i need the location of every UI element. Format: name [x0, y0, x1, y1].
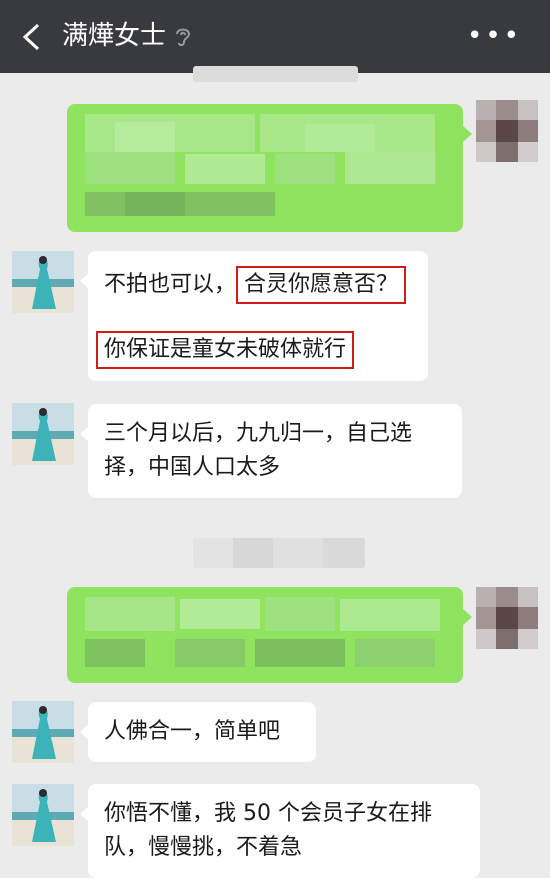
avatar-contact[interactable] [12, 251, 74, 313]
message-text: 不拍也可以， [104, 272, 237, 297]
chat-header: 满燁女士 ••• [0, 0, 550, 73]
pixelated-text [85, 597, 440, 667]
sent-message-blurred[interactable] [67, 587, 472, 683]
message-text: 人佛合一，简单吧 [104, 719, 281, 744]
sent-message-blurred[interactable] [67, 104, 472, 232]
avatar-contact[interactable] [12, 403, 74, 465]
avatar-self[interactable] [476, 587, 538, 649]
chat-title: 满燁女士 [62, 21, 167, 51]
more-dots-icon[interactable]: ••• [467, 23, 522, 49]
avatar-contact[interactable] [12, 784, 74, 846]
highlighted-text: 你保证是童女未破体就行 [96, 331, 355, 369]
chevron-left-icon[interactable] [18, 22, 46, 52]
message-text: 三个月以后，九九归一，自己选择，中国人口太多 [104, 421, 413, 480]
received-message[interactable]: 三个月以后，九九归一，自己选择，中国人口太多 [80, 404, 462, 498]
ear-icon [176, 28, 191, 47]
highlighted-text: 合灵你愿意否？ [236, 266, 407, 304]
message-text: 你悟不懂，我 50 个会员子女在排队，慢慢挑，不着急 [104, 801, 432, 860]
received-message[interactable]: 不拍也可以， 合灵你愿意否？ 你保证是童女未破体就行 [80, 251, 428, 381]
received-message[interactable]: 人佛合一，简单吧 [80, 702, 316, 762]
received-message[interactable]: 你悟不懂，我 50 个会员子女在排队，慢慢挑，不着急 [80, 784, 480, 878]
timestamp-blurred [193, 66, 358, 82]
avatar-contact[interactable] [12, 701, 74, 763]
timestamp-blurred [193, 538, 365, 568]
pixelated-text [85, 114, 435, 216]
avatar-self[interactable] [476, 100, 538, 162]
